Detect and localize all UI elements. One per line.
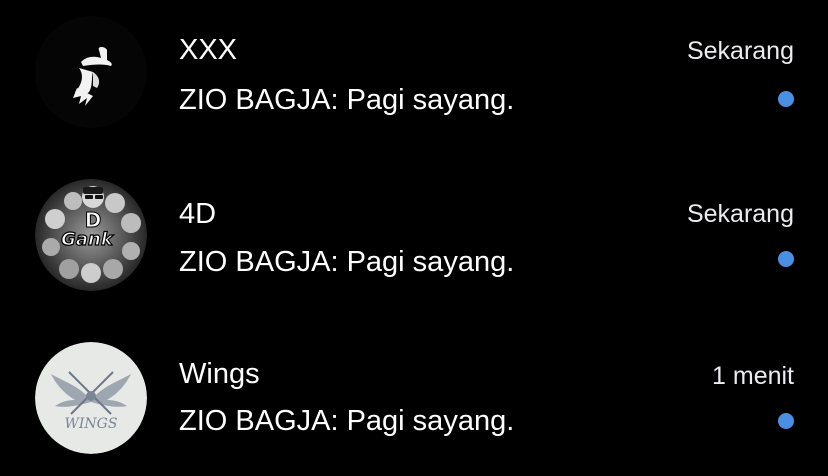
svg-text:WINGS: WINGS (65, 416, 118, 432)
hat-silhouette-icon (35, 16, 147, 128)
chat-row-4d[interactable]: D Gank 4D ZIO BAGJA: Pagi sayang. Sekara… (0, 163, 828, 313)
chat-row-wings[interactable]: WINGS Wings ZIO BAGJA: Pagi sayang. 1 me… (0, 326, 828, 476)
avatar[interactable]: D Gank (35, 179, 147, 291)
chat-preview: ZIO BAGJA: Pagi sayang. (179, 246, 515, 278)
chat-preview: ZIO BAGJA: Pagi sayang. (179, 405, 515, 437)
gank-group-icon: D Gank (35, 179, 147, 291)
chat-time: Sekarang (686, 200, 794, 228)
wings-logo-icon: WINGS (35, 342, 147, 454)
avatar[interactable] (35, 16, 147, 128)
chat-preview: ZIO BAGJA: Pagi sayang. (179, 84, 515, 116)
chat-name: Wings (179, 358, 260, 390)
chat-name: XXX (179, 34, 238, 66)
svg-text:Gank: Gank (61, 229, 114, 250)
unread-dot (778, 251, 794, 267)
unread-dot (778, 413, 794, 429)
avatar[interactable]: WINGS (35, 342, 147, 454)
unread-dot (778, 91, 794, 107)
chat-row-xxx[interactable]: XXX ZIO BAGJA: Pagi sayang. Sekarang (0, 0, 828, 150)
chat-list: XXX ZIO BAGJA: Pagi sayang. Sekarang D G… (0, 0, 828, 473)
chat-time: Sekarang (686, 37, 794, 65)
chat-name: 4D (179, 198, 217, 230)
chat-time: 1 menit (712, 362, 794, 390)
